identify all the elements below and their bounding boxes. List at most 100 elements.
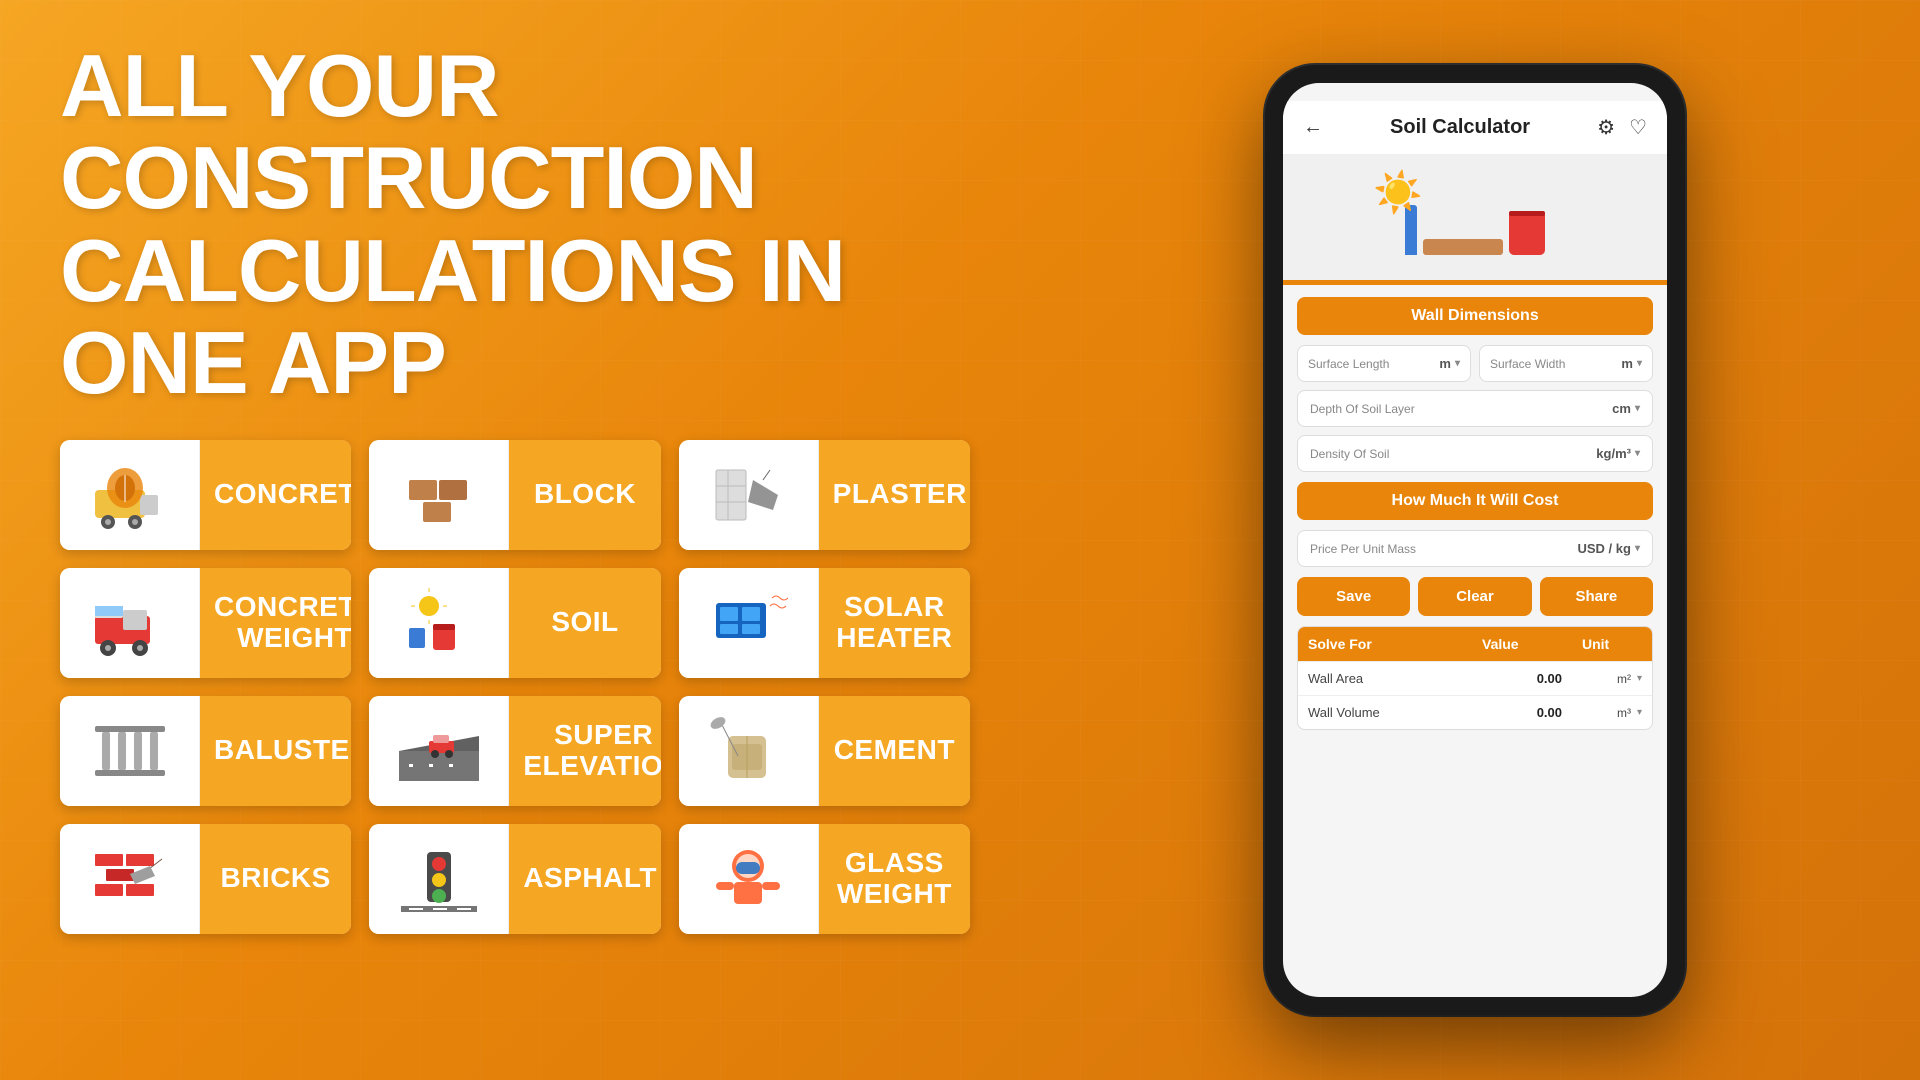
price-unit-dropdown[interactable]: ▾ [1635,543,1640,554]
wall-dimensions-header: Wall Dimensions [1297,297,1653,335]
baluster-label-box: BALUSTER [200,696,351,806]
plaster-icon-box [679,440,819,550]
phone-wrapper: ← Soil Calculator ⚙ ♡ ☀️ [1265,65,1685,1015]
cost-section-header: How Much It Will Cost [1297,482,1653,520]
card-plaster[interactable]: PLASTER [679,440,970,550]
card-cement[interactable]: CEMENT [679,696,970,806]
baluster-icon-box [60,696,200,806]
block-label: BLOCK [534,479,636,510]
wall-volume-row: Wall Volume 0.00 m³ ▾ [1298,695,1652,729]
results-table: Solve For Value Unit Wall Area 0.00 m² ▾ [1297,626,1653,730]
bucket-icon [1509,211,1545,255]
card-asphalt[interactable]: ASPHALT [369,824,660,934]
card-bricks[interactable]: BRICKS [60,824,351,934]
wall-volume-unit-dropdown[interactable]: ▾ [1637,707,1642,718]
header-icons: ⚙ ♡ [1597,115,1647,140]
solar-heater-icon [708,588,788,658]
plaster-icon [708,460,788,530]
soil-label-box: SOIL [509,568,660,678]
surface-length-dropdown[interactable]: ▾ [1455,358,1460,369]
soil-label: SOIL [551,607,618,638]
app-title: Soil Calculator [1390,116,1530,139]
save-button[interactable]: Save [1297,577,1410,616]
super-elevation-label-box: SUPER ELEVATION [509,696,660,806]
soil-icon [399,588,479,658]
clear-button[interactable]: Clear [1418,577,1531,616]
card-super-elevation[interactable]: SUPER ELEVATION [369,696,660,806]
calculator-grid: CONCRETE BLOCK [60,440,970,934]
wall-dimensions-section: Wall Dimensions Surface Length m ▾ Surfa… [1283,285,1667,730]
card-concrete[interactable]: CONCRETE [60,440,351,550]
price-per-unit-field[interactable]: Price Per Unit Mass USD / kg ▾ [1297,530,1653,567]
cement-label-box: CEMENT [819,696,970,806]
density-soil-dropdown[interactable]: ▾ [1635,448,1640,459]
solar-heater-label: SOLAR HEATER [833,592,956,654]
glass-weight-icon-box [679,824,819,934]
depth-soil-label: Depth Of Soil Layer [1310,402,1415,416]
wall-area-label: Wall Area [1298,662,1472,695]
back-button[interactable]: ← [1303,116,1323,139]
cement-icon-box [679,696,819,806]
card-soil[interactable]: SOIL [369,568,660,678]
concrete-icon-box [60,440,200,550]
density-soil-field[interactable]: Density Of Soil kg/m³ ▾ [1297,435,1653,472]
depth-soil-field[interactable]: Depth Of Soil Layer cm ▾ [1297,390,1653,427]
phone-screen: ← Soil Calculator ⚙ ♡ ☀️ [1283,83,1667,997]
phone-body: ← Soil Calculator ⚙ ♡ ☀️ [1265,65,1685,1015]
bricks-icon-box [60,824,200,934]
bricks-icon [90,844,170,914]
card-concrete-weight[interactable]: CONCRETE WEIGHT [60,568,351,678]
surface-width-label: Surface Width [1490,357,1565,371]
wall-area-unit: m² ▾ [1572,662,1652,695]
surface-length-label: Surface Length [1308,357,1389,371]
surface-length-unit: m ▾ [1439,356,1460,371]
settings-icon[interactable]: ⚙ [1597,115,1615,140]
concrete-weight-icon [90,588,170,658]
asphalt-label: ASPHALT [523,863,657,894]
asphalt-label-box: ASPHALT [509,824,660,934]
card-glass-weight[interactable]: GLASS WEIGHT [679,824,970,934]
headline: ALL YOUR CONSTRUCTION CALCULATIONS IN ON… [60,40,970,410]
wall-area-unit-text: m² [1617,672,1631,686]
card-solar-heater[interactable]: SOLAR HEATER [679,568,970,678]
wall-area-unit-dropdown[interactable]: ▾ [1637,673,1642,684]
hero-area: ☀️ [1283,155,1667,285]
share-button[interactable]: Share [1540,577,1653,616]
surface-length-field[interactable]: Surface Length m ▾ [1297,345,1471,382]
baluster-label: BALUSTER [214,735,351,766]
bucket-rim [1509,211,1545,216]
cement-icon [708,716,788,786]
price-per-unit-unit: USD / kg ▾ [1578,541,1641,556]
block-icon [399,460,479,530]
surface-width-dropdown[interactable]: ▾ [1637,358,1642,369]
unit-header: Unit [1572,627,1652,661]
glass-weight-label: GLASS WEIGHT [833,848,956,910]
results-table-header: Solve For Value Unit [1298,627,1652,661]
value-header: Value [1472,627,1572,661]
plaster-label: PLASTER [833,479,967,510]
surface-width-field[interactable]: Surface Width m ▾ [1479,345,1653,382]
concrete-icon [90,460,170,530]
bricks-label-box: BRICKS [200,824,351,934]
asphalt-icon [399,844,479,914]
bricks-label: BRICKS [220,863,330,894]
wall-area-row: Wall Area 0.00 m² ▾ [1298,661,1652,695]
wall-area-value: 0.00 [1472,662,1572,695]
depth-soil-dropdown[interactable]: ▾ [1635,403,1640,414]
card-baluster[interactable]: BALUSTER [60,696,351,806]
wall-volume-unit-text: m³ [1617,706,1631,720]
baluster-icon [90,716,170,786]
length-width-row: Surface Length m ▾ Surface Width m ▾ [1297,345,1653,382]
card-block[interactable]: BLOCK [369,440,660,550]
soil-icon-box [369,568,509,678]
right-content: ← Soil Calculator ⚙ ♡ ☀️ [1030,0,1920,1080]
asphalt-icon-box [369,824,509,934]
block-label-box: BLOCK [509,440,660,550]
super-elevation-label: SUPER ELEVATION [523,720,660,782]
cement-label: CEMENT [834,735,955,766]
hero-bar [1283,280,1667,285]
headline-line1: ALL YOUR CONSTRUCTION [60,36,757,227]
plaster-label-box: PLASTER [819,440,970,550]
wooden-shelf [1423,239,1503,255]
favorite-icon[interactable]: ♡ [1629,115,1647,140]
